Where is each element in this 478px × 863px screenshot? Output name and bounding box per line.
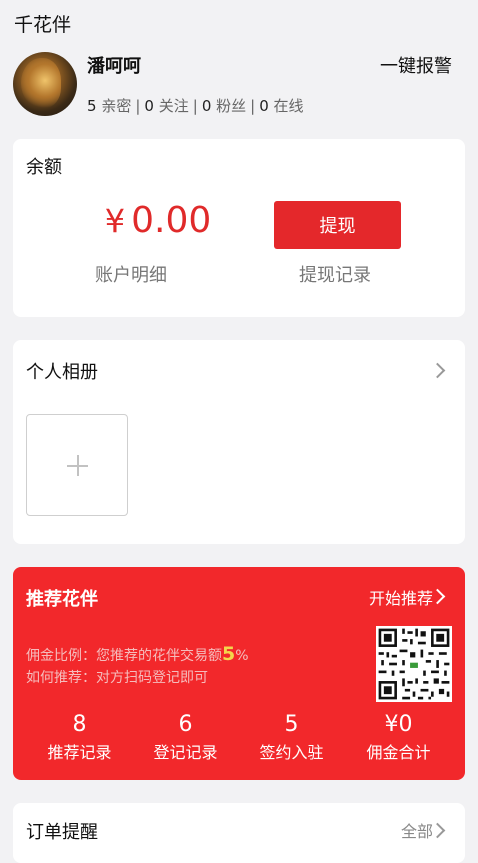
commission-rate-text: 佣金比例：您推荐的花伴交易额5% xyxy=(26,643,249,665)
divider: | xyxy=(135,97,141,115)
stat-registration-records[interactable]: 6 登记记录 xyxy=(129,712,242,763)
balance-heading: 余额 xyxy=(26,157,62,178)
balance-value: 0.00 xyxy=(131,200,212,241)
user-stats: 5 亲密 | 0 关注 | 0 粉丝 | 0 在线 xyxy=(87,95,304,116)
referral-card: 推荐花伴 开始推荐 佣金比例：您推荐的花伴交易额5% 如何推荐：对方扫码登记即可 xyxy=(13,567,465,780)
withdraw-button[interactable]: 提现 xyxy=(274,201,401,249)
user-name: 潘呵呵 xyxy=(87,56,141,77)
stat-intimate[interactable]: 5 亲密 xyxy=(87,97,131,115)
orders-card: 订单提醒 全部 xyxy=(13,803,465,863)
divider: | xyxy=(192,97,198,115)
album-heading[interactable]: 个人相册 xyxy=(26,358,98,384)
plus-icon-vertical xyxy=(77,455,79,476)
balance-amount: ¥0.00 xyxy=(83,200,233,241)
stat-referral-records[interactable]: 8 推荐记录 xyxy=(23,712,136,763)
currency-symbol: ¥ xyxy=(104,202,126,240)
stat-value: 5 xyxy=(284,712,299,737)
stat-label: 推荐记录 xyxy=(47,743,112,762)
lion-image xyxy=(21,58,61,108)
stat-label: 登记记录 xyxy=(153,743,218,762)
referral-heading: 推荐花伴 xyxy=(26,589,98,610)
qr-code[interactable] xyxy=(376,626,452,702)
stat-online[interactable]: 0 在线 xyxy=(259,97,303,115)
stat-value: 6 xyxy=(178,712,193,737)
stat-signed-in[interactable]: 5 签约入驻 xyxy=(235,712,348,763)
account-detail-link[interactable]: 账户明细 xyxy=(95,261,167,287)
stat-label: 佣金合计 xyxy=(366,743,431,762)
add-photo-button[interactable] xyxy=(26,414,128,516)
stat-label: 签约入驻 xyxy=(259,743,324,762)
orders-heading: 订单提醒 xyxy=(26,822,98,843)
stat-commission-total[interactable]: ¥0 佣金合计 xyxy=(342,712,455,763)
qr-code-image xyxy=(376,626,452,702)
how-to-refer-text: 如何推荐：对方扫码登记即可 xyxy=(26,670,208,686)
stat-value: ¥0 xyxy=(384,712,413,737)
start-referral-link[interactable]: 开始推荐 xyxy=(369,585,433,609)
commission-unit: % xyxy=(235,648,249,664)
stat-followers[interactable]: 0 粉丝 xyxy=(202,97,246,115)
stat-value: 8 xyxy=(72,712,87,737)
chevron-right-icon[interactable] xyxy=(429,362,446,379)
withdraw-history-link[interactable]: 提现记录 xyxy=(299,261,371,287)
commission-prefix: 佣金比例：您推荐的花伴交易额 xyxy=(26,648,222,664)
commission-rate: 5 xyxy=(222,643,236,665)
avatar[interactable] xyxy=(13,52,77,116)
app-title: 千花伴 xyxy=(14,14,72,36)
divider: | xyxy=(250,97,256,115)
emergency-alarm-button[interactable]: 一键报警 xyxy=(380,52,452,78)
album-card: 个人相册 xyxy=(13,340,465,544)
stat-following[interactable]: 0 关注 xyxy=(144,97,188,115)
balance-card: 余额 ¥0.00 提现 账户明细 提现记录 xyxy=(13,139,465,317)
orders-all-link[interactable]: 全部 xyxy=(401,818,433,842)
